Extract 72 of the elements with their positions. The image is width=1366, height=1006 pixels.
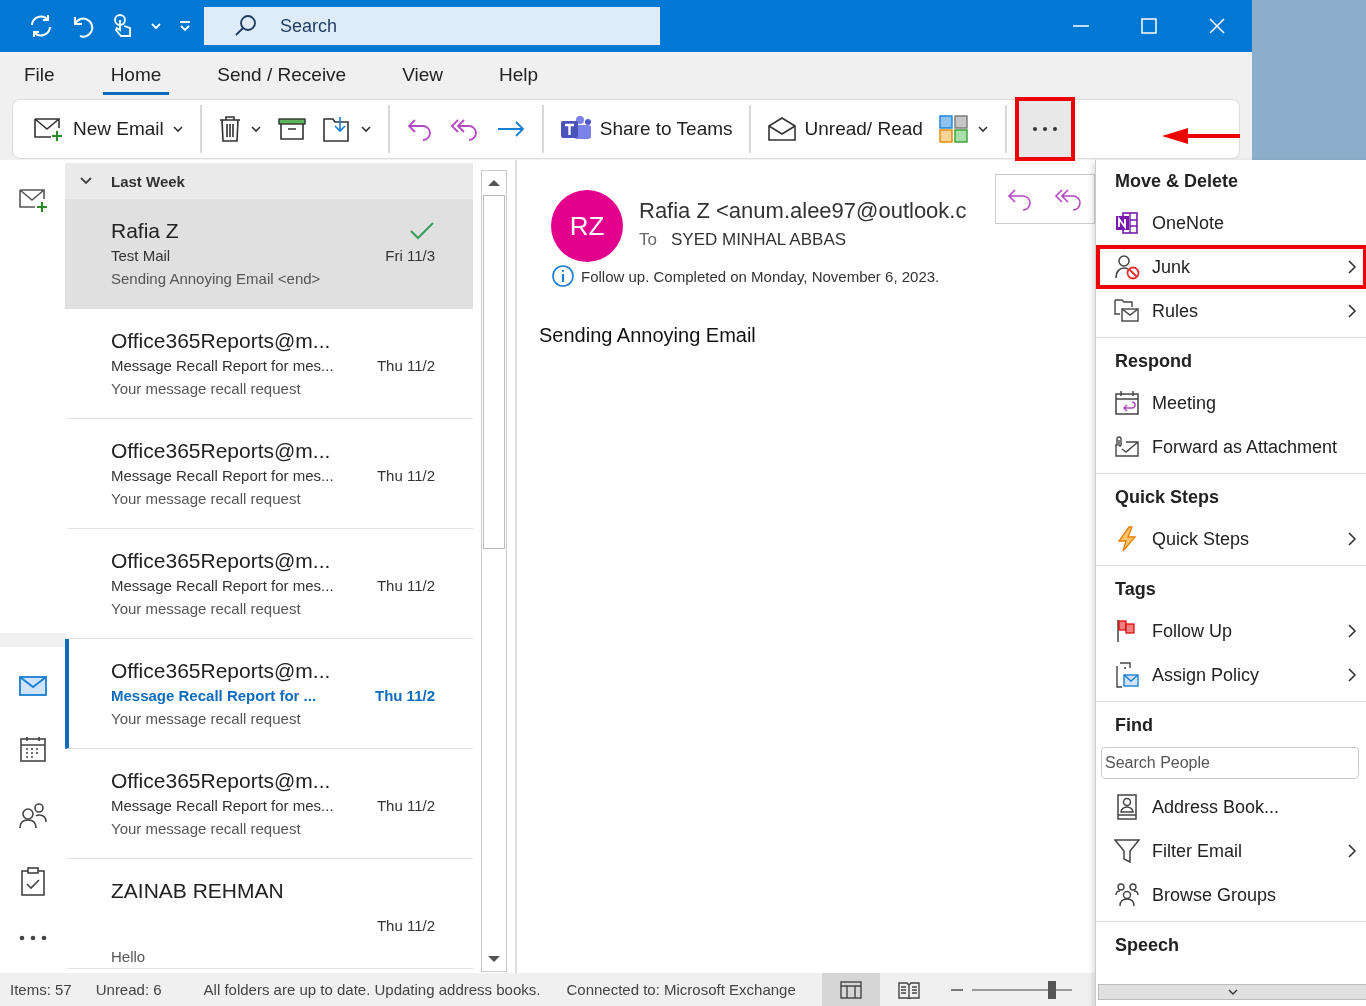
message-preview: Your message recall request (111, 380, 302, 397)
message-preview: Hello (111, 948, 147, 965)
ribbon-button[interactable]: Unread/ Read (758, 107, 931, 151)
message-preview: Your message recall request (111, 600, 302, 617)
message-subject: Message Recall Report for mes... (111, 577, 334, 594)
to-label: To (639, 230, 657, 250)
sender-name: Office365Reports@m... (111, 549, 331, 573)
search-people-field[interactable]: Search People (1101, 747, 1359, 779)
sender-name: Office365Reports@m... (111, 329, 331, 353)
section-heading: Respond (1114, 350, 1193, 373)
sender-name: Office365Reports@m... (111, 659, 331, 683)
message-date: Thu 11/2 (374, 687, 435, 704)
menu-item[interactable]: Rules (1096, 289, 1366, 333)
message-item[interactable]: Office365Reports@m... Message Recall Report for mes... Thu 11/2 Your message recall request (65, 749, 473, 859)
sender-name: Rafia Z (111, 219, 179, 243)
ribbon-button[interactable]: Share to Teams (551, 107, 741, 151)
menu-item[interactable]: OneNote (1096, 201, 1366, 245)
connection-status: Connected to: Microsoft Exchange (566, 981, 796, 998)
message-subject: Message Recall Report for mes... (111, 357, 334, 374)
menu-item[interactable]: Meeting (1096, 381, 1366, 425)
message-subject: Message Recall Report for mes... (111, 467, 334, 484)
recipient-name: SYED MINHAL ABBAS (670, 230, 847, 250)
menu-tab[interactable]: Home (102, 55, 170, 95)
sender-name: Office365Reports@m... (111, 439, 331, 463)
item-count: Items: 57 (10, 981, 72, 998)
message-date: Fri 11/3 (385, 247, 435, 264)
section-heading: Move & Delete (1114, 170, 1240, 193)
menu-item[interactable]: Junk (1096, 245, 1366, 289)
group-heading: Last Week (111, 172, 185, 190)
message-preview: Your message recall request (111, 820, 302, 837)
menu-item[interactable]: Assign Policy (1096, 653, 1366, 697)
message-preview: Your message recall request (111, 710, 302, 727)
message-item[interactable]: Office365Reports@m... Message Recall Report for mes... Thu 11/2 Your message recall request (65, 529, 473, 639)
menu-item[interactable]: Follow Up (1096, 609, 1366, 653)
section-heading: Quick Steps (1114, 486, 1221, 509)
unread-count: Unread: 6 (95, 981, 162, 998)
message-preview: Your message recall request (111, 490, 302, 507)
section-heading: Speech (1114, 934, 1181, 957)
sender-name: Office365Reports@m... (111, 769, 331, 793)
menu-item[interactable]: Filter Email (1096, 829, 1366, 873)
section-heading: Tags (1114, 578, 1157, 601)
menu-item[interactable]: Address Book... (1096, 785, 1366, 829)
ribbon-button[interactable]: New Email (25, 107, 192, 151)
section-heading: Find (1114, 714, 1154, 737)
message-item[interactable]: Office365Reports@m... Message Recall Report for mes... Thu 11/2 Your message recall request (65, 419, 473, 529)
menu-item[interactable]: Quick Steps (1096, 517, 1366, 561)
avatar: RZ (551, 190, 623, 262)
search-field[interactable]: Search (204, 7, 660, 45)
menu-tab[interactable]: Send / Receive (209, 55, 355, 95)
menu-item[interactable]: Browse Groups (1096, 873, 1366, 917)
message-item[interactable]: Rafia Z Test Mail Fri 11/3 Sending Annoying Email <end> (65, 199, 473, 309)
message-date: Thu 11/2 (376, 577, 435, 594)
menu-item[interactable]: Forward as Attachment (1096, 425, 1366, 469)
sender-name: ZAINAB REHMAN (111, 879, 284, 903)
message-date: Thu 11/2 (376, 467, 435, 484)
message-date: Thu 11/2 (376, 917, 435, 934)
message-subject: Test Mail (111, 247, 171, 264)
message-date: Thu 11/2 (376, 357, 435, 374)
menu-tab[interactable]: View (394, 55, 451, 95)
follow-up-info: Follow up. Completed on Monday, November 6, 2023. (581, 267, 940, 285)
sender-address: Rafia Z <anum.alee97@outlook.c (639, 198, 968, 224)
menu-tab[interactable]: File (16, 55, 63, 95)
message-item[interactable]: Office365Reports@m... Message Recall Report for mes... Thu 11/2 Your message recall request (65, 309, 473, 419)
message-subject: Message Recall Report for mes... (111, 797, 334, 814)
menu-tab[interactable]: Help (491, 55, 547, 95)
sync-status: All folders are up to date. Updating address books. (203, 981, 541, 998)
message-body: Sending Annoying Email (539, 324, 757, 347)
message-subject: Message Recall Report for ... (111, 687, 317, 704)
message-item[interactable]: Office365Reports@m... Message Recall Report for ... Thu 11/2 Your message recall request (65, 639, 473, 749)
message-preview: Sending Annoying Email <end> (111, 270, 322, 287)
message-date: Thu 11/2 (376, 797, 435, 814)
message-item[interactable]: ZAINAB REHMAN Thu 11/2 Hello (65, 859, 473, 969)
